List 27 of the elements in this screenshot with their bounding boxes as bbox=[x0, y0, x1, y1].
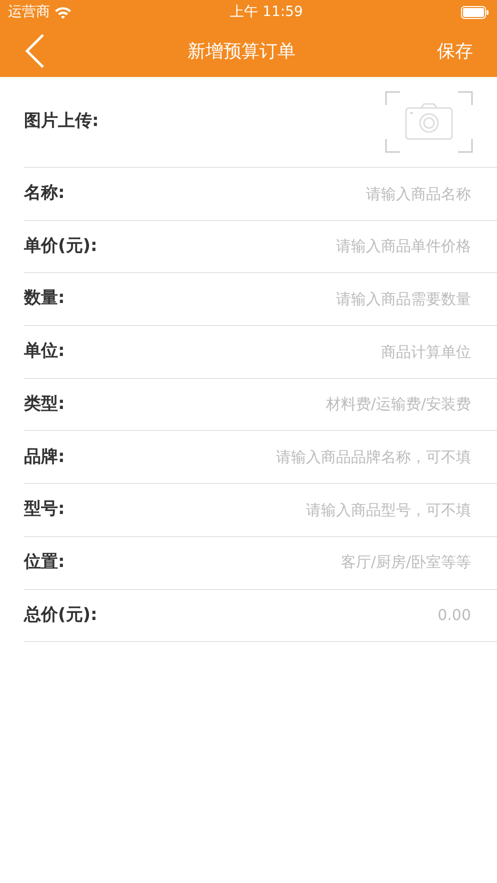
field-label: 图片上传: bbox=[24, 110, 99, 134]
carrier-name: 运营商 bbox=[8, 3, 50, 22]
text-input[interactable]: 客厅/厨房/卧室等等 bbox=[72, 550, 473, 575]
field-label: 品牌: bbox=[24, 446, 65, 469]
back-button[interactable] bbox=[24, 33, 46, 69]
battery-icon bbox=[460, 6, 489, 19]
page-title: 新增预算订单 bbox=[188, 40, 296, 64]
field-label: 名称: bbox=[24, 182, 65, 206]
text-input[interactable]: 商品计算单位 bbox=[72, 340, 473, 364]
text-input[interactable]: 请输入商品名称 bbox=[72, 182, 473, 206]
field-label: 单位: bbox=[24, 340, 65, 364]
text-input[interactable]: 请输入商品品牌名称，可不填 bbox=[72, 445, 473, 470]
text-input[interactable]: 材料费/运输费/安装费 bbox=[72, 392, 473, 417]
field-label: 位置: bbox=[24, 550, 65, 574]
field-label: 单价(元): bbox=[24, 234, 98, 258]
field-label: 数量: bbox=[24, 287, 65, 310]
field-label: 类型: bbox=[24, 392, 65, 416]
photo-upload-button[interactable] bbox=[385, 91, 473, 153]
text-input[interactable]: 请输入商品需要数量 bbox=[72, 286, 473, 312]
status-time: 上午 11:59 bbox=[230, 3, 303, 22]
save-button[interactable]: 保存 bbox=[437, 38, 473, 64]
text-input[interactable]: 请输入商品型号，可不填 bbox=[72, 498, 473, 522]
text-input[interactable]: 请输入商品单件价格 bbox=[105, 234, 473, 259]
field-label: 总价(元): bbox=[24, 604, 98, 627]
text-input[interactable]: 0.00 bbox=[105, 603, 473, 628]
field-label: 型号: bbox=[24, 498, 65, 522]
wifi-icon bbox=[54, 6, 72, 19]
